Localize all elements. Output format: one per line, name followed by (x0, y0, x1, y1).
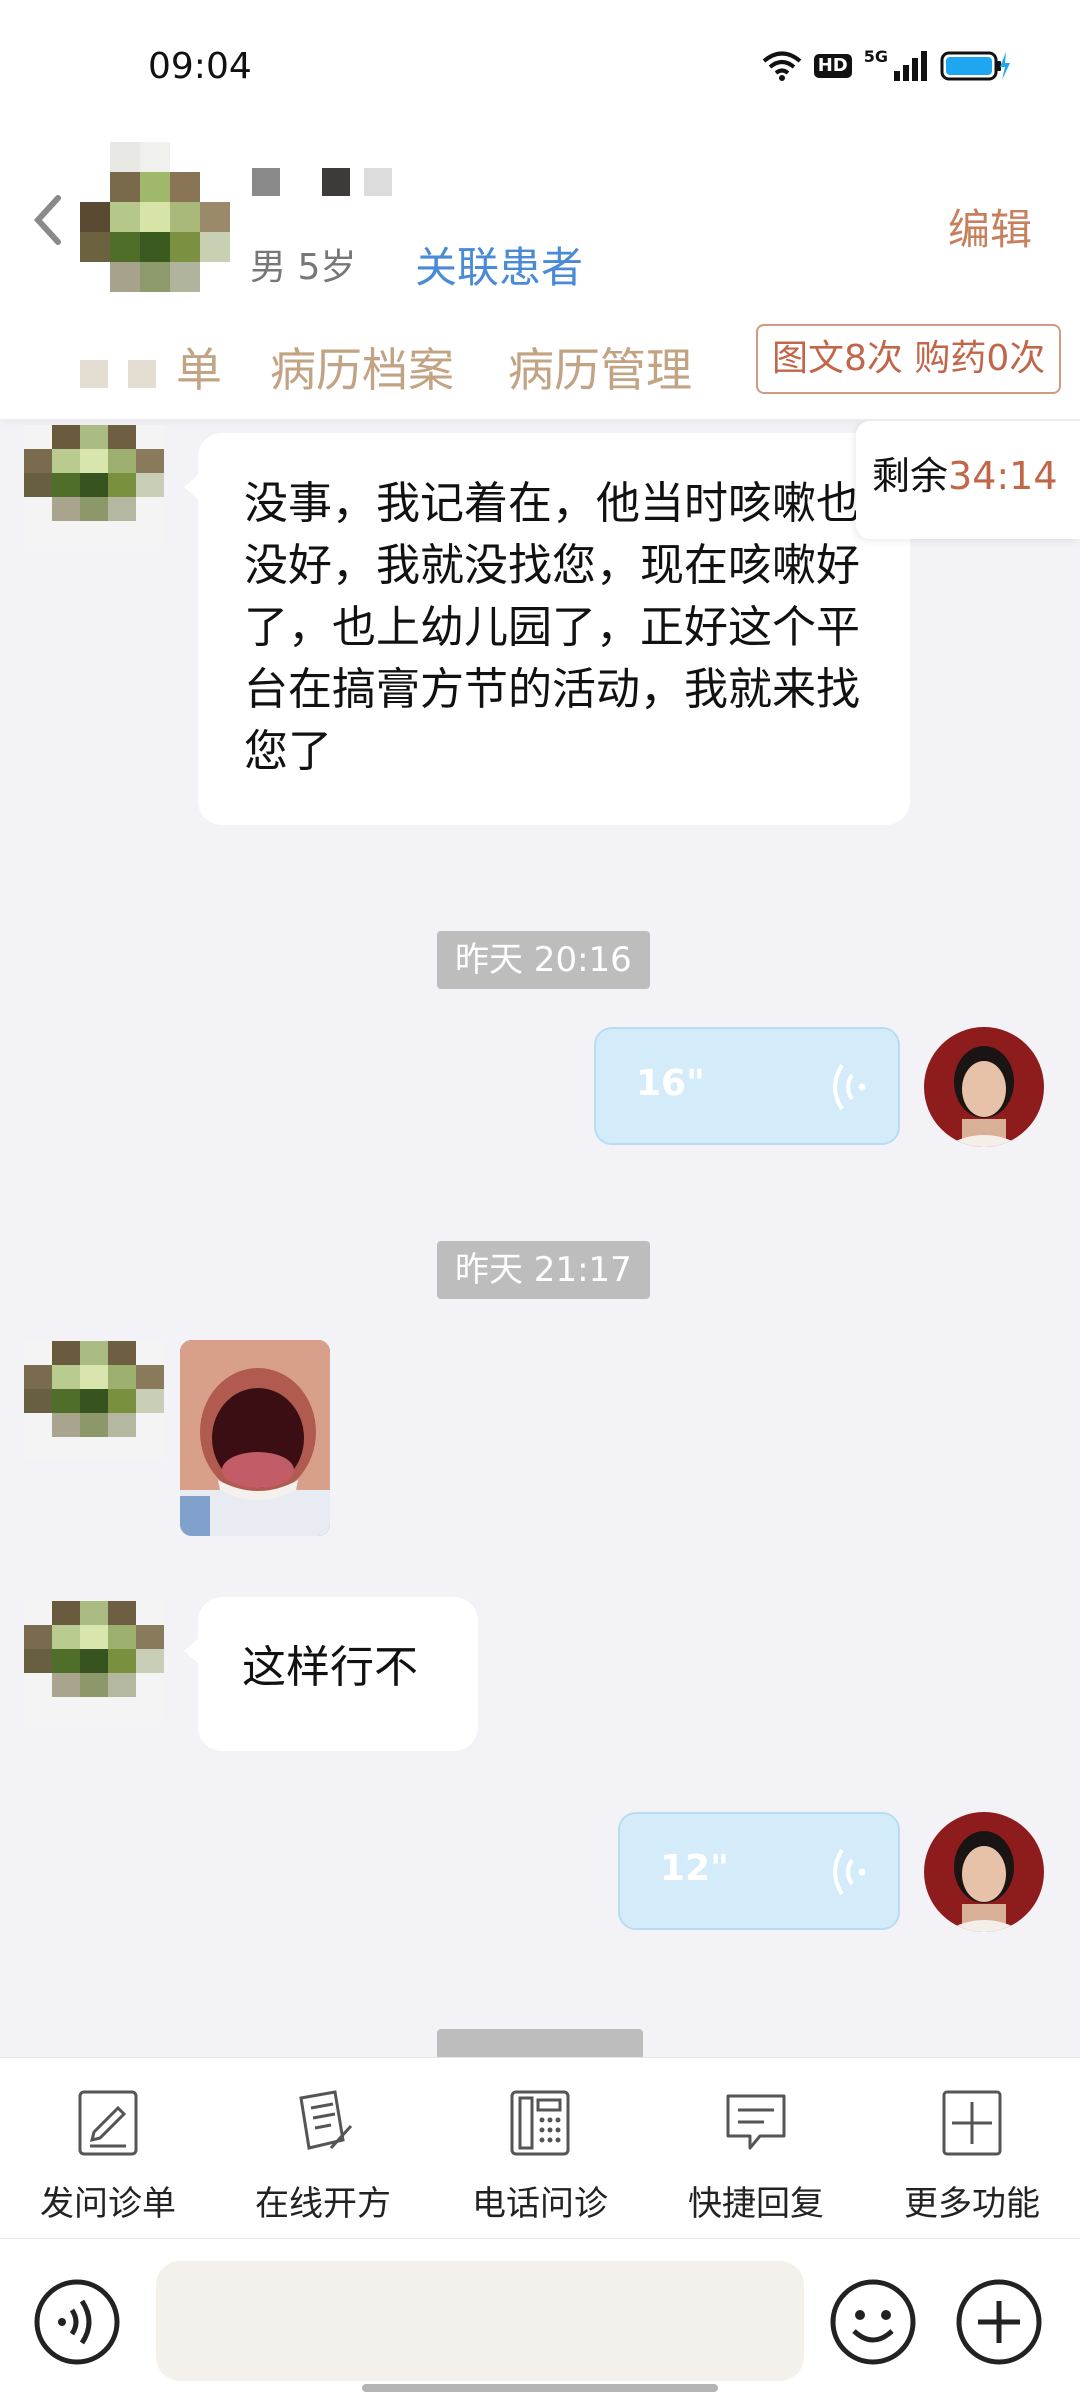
patient-gender-age: 男 5岁 (250, 247, 357, 288)
emoji-icon[interactable] (828, 2277, 918, 2367)
voice-wave-icon (833, 1848, 866, 1896)
voice-wave-icon (833, 1063, 866, 1111)
tool-label: 电话问诊 (472, 2184, 608, 2224)
status-icons: HD 5G (762, 46, 1010, 82)
doctor-avatar[interactable] (924, 1027, 1044, 1147)
plus-square-icon (942, 2090, 1002, 2156)
online-prescription-button[interactable]: 在线开方 (223, 2088, 423, 2228)
voice-message[interactable]: 12" (618, 1812, 900, 1930)
masked-text (80, 359, 108, 388)
quota-badge[interactable]: 图文8次 购药0次 (756, 324, 1062, 394)
wifi-icon (762, 51, 801, 81)
message-bubble[interactable]: 没事，我记着在，他当时咳嗽也没好，我就没找您，现在咳嗽好了，也上幼儿园了，正好这… (184, 433, 910, 825)
patient-avatar[interactable] (80, 142, 230, 292)
time-divider: 昨天 20:16 (437, 931, 650, 989)
network-label: 5G (863, 46, 888, 66)
tab-records-management[interactable]: 病历管理 (508, 334, 692, 400)
status-bar: 09:04 HD 5G (0, 0, 1080, 140)
tool-label: 发问诊单 (40, 2184, 176, 2224)
chat-bubble-icon (726, 2094, 786, 2150)
time-divider-partial (437, 2029, 643, 2057)
voice-toggle-icon[interactable] (32, 2277, 122, 2367)
patient-header: 男 5岁 关联患者 编辑 单 病历档案 病历管理 图文8次 购药0次 (0, 140, 1080, 420)
prescription-icon (299, 2090, 353, 2150)
voice-duration: 16" (636, 1063, 705, 1104)
message-bubble[interactable]: 这样行不 (184, 1597, 478, 1751)
masked-text (128, 359, 156, 388)
message-input[interactable] (156, 2261, 804, 2381)
hd-badge: HD (813, 54, 852, 78)
tab-medical-records[interactable]: 病历档案 (270, 334, 454, 400)
image-message[interactable] (180, 1340, 330, 1536)
tool-label: 更多功能 (904, 2184, 1040, 2224)
timer-value: 34:14 (948, 454, 1058, 498)
signal-icon (894, 51, 927, 81)
form-pen-icon (78, 2090, 138, 2156)
function-toolbar: 发问诊单 在线开方 电话问诊 快捷回复 更多功能 (0, 2057, 1080, 2239)
link-patient-button[interactable]: 关联患者 (415, 234, 583, 295)
input-bar (0, 2239, 1080, 2400)
patient-name-masked (252, 168, 392, 196)
home-indicator[interactable] (362, 2384, 718, 2392)
quick-reply-button[interactable]: 快捷回复 (656, 2088, 856, 2228)
timer-prefix: 剩余 (872, 454, 949, 498)
tool-label: 在线开方 (255, 2184, 391, 2224)
edit-button[interactable]: 编辑 (948, 196, 1032, 257)
chat-area[interactable]: 没事，我记着在，他当时咳嗽也没好，我就没找您，现在咳嗽好了，也上幼儿园了，正好这… (0, 421, 1080, 2057)
doctor-avatar[interactable] (924, 1812, 1044, 1932)
tab-label: 单 (176, 343, 222, 397)
phone-consult-button[interactable]: 电话问诊 (440, 2088, 640, 2228)
header-tabs: 单 病历档案 病历管理 图文8次 购药0次 (0, 324, 1080, 404)
remaining-timer: 剩余34:14 (856, 421, 1080, 539)
status-time: 09:04 (148, 46, 252, 87)
voice-message[interactable]: 16" (594, 1027, 900, 1145)
tool-label: 快捷回复 (688, 2184, 824, 2224)
tab-partial[interactable]: 单 (80, 334, 222, 400)
patient-avatar[interactable] (24, 1601, 164, 1721)
send-questionnaire-button[interactable]: 发问诊单 (8, 2088, 208, 2228)
phone-keypad-icon (510, 2090, 570, 2156)
time-divider: 昨天 21:17 (437, 1241, 650, 1299)
patient-avatar[interactable] (24, 1341, 164, 1461)
patient-avatar[interactable] (24, 425, 164, 545)
more-functions-button[interactable]: 更多功能 (872, 2088, 1072, 2228)
voice-duration: 12" (660, 1848, 729, 1889)
chevron-left-icon[interactable] (30, 190, 70, 250)
battery-icon (940, 51, 1010, 81)
plus-circle-icon[interactable] (954, 2277, 1044, 2367)
